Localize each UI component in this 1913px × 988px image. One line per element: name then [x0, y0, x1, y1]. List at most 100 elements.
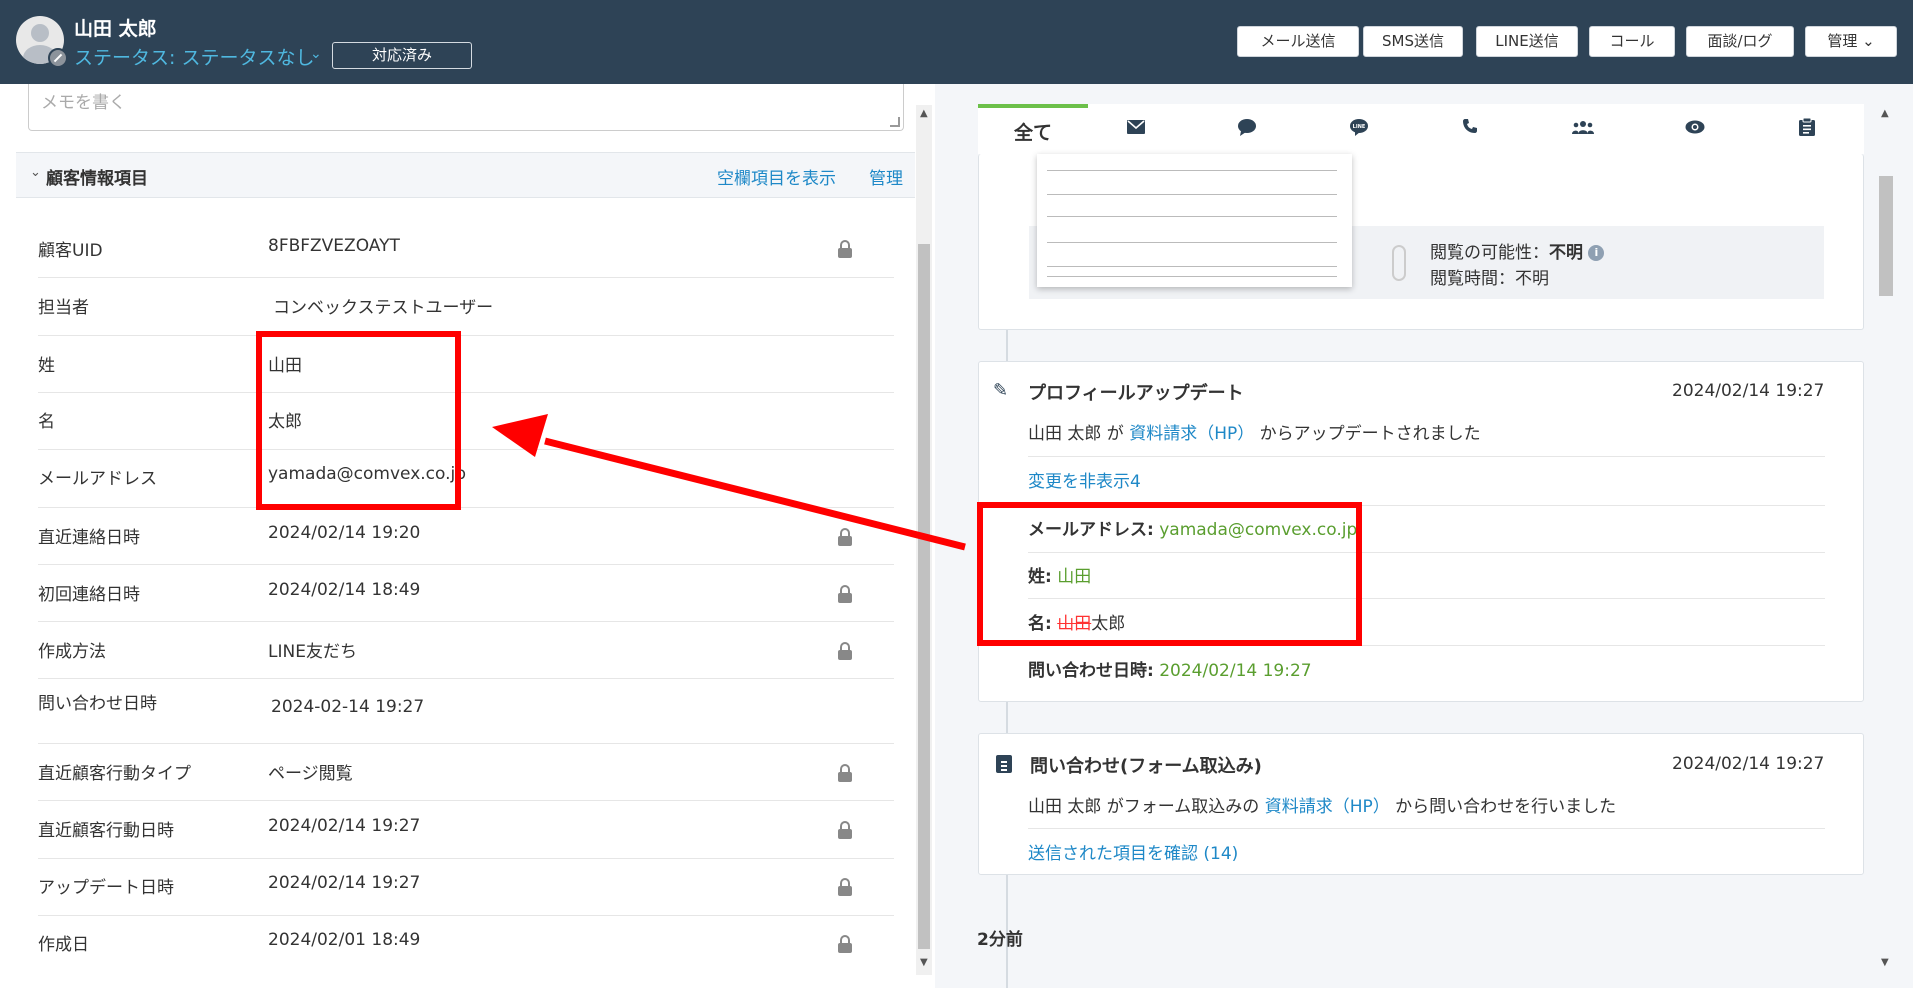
field-value[interactable]: yamada@comvex.co.jp	[268, 464, 466, 484]
right-scrollbar-thumb[interactable]	[1879, 176, 1893, 296]
tab-chat-icon[interactable]	[1237, 118, 1257, 141]
field-value[interactable]: 2024/02/14 18:49	[268, 580, 420, 600]
handled-button[interactable]: 対応済み	[332, 42, 472, 69]
send-sms-button[interactable]: SMS送信	[1363, 26, 1463, 57]
tab-all-label: 全て	[1013, 122, 1052, 144]
divider	[1028, 505, 1825, 506]
time-ago-label: 2分前	[977, 930, 1023, 950]
profile-card-date: 2024/02/14 19:27	[1672, 381, 1825, 401]
field-value[interactable]: 2024/02/01 18:49	[268, 930, 420, 950]
field-value[interactable]: 2024/02/14 19:27	[268, 873, 420, 893]
profile-card-title: プロフィールアップデート	[1028, 383, 1244, 404]
field-row-assignee: 担当者 コンベックステストユーザー	[38, 278, 894, 336]
section-title[interactable]: 顧客情報項目	[46, 164, 148, 189]
change-inquiry-datetime: 問い合わせ日時: 2024/02/14 19:27	[1028, 661, 1312, 681]
tab-view-icon[interactable]	[1685, 118, 1705, 139]
resize-handle-icon[interactable]	[890, 117, 900, 127]
field-label: 問い合わせ日時	[38, 694, 157, 714]
call-button[interactable]: コール	[1589, 26, 1675, 57]
field-value[interactable]: 山田	[268, 351, 302, 376]
change-email: メールアドレス: yamada@comvex.co.jp	[1028, 520, 1358, 540]
tab-phone-icon[interactable]	[1462, 118, 1478, 139]
field-value[interactable]: コンベックステストユーザー	[273, 293, 493, 318]
field-row-customer-uid: 顧客UID 8FBFZVEZOAYT	[38, 220, 894, 278]
scroll-up-arrow-icon[interactable]: ▲	[920, 108, 928, 119]
field-row-created-date: 作成日 2024/02/01 18:49	[38, 916, 894, 973]
lock-icon	[837, 878, 853, 896]
tab-line-icon[interactable]: LINE	[1349, 118, 1369, 141]
hide-changes-link[interactable]: 変更を非表示4	[1028, 467, 1141, 492]
field-row-inquiry-datetime: 問い合わせ日時 2024-02-14 19:27	[38, 679, 894, 744]
field-value[interactable]: 2024/02/14 19:20	[268, 523, 420, 543]
field-row-first-name: 名 太郎	[38, 393, 894, 450]
field-value[interactable]: 太郎	[268, 407, 302, 432]
clipboard-icon	[996, 755, 1012, 773]
meeting-log-button[interactable]: 面談/ログ	[1686, 26, 1794, 57]
change-last-name: 姓: 山田	[1028, 567, 1092, 587]
manage-menu-button[interactable]: 管理 ⌄	[1805, 26, 1897, 57]
field-label: 作成日	[38, 935, 89, 955]
field-label: 名	[38, 412, 55, 432]
app-header: 山田 太郎 ステータス: ステータスなし ⌄ 対応済み メール送信 SMS送信 …	[0, 0, 1913, 84]
profile-card-description: 山田 太郎 が 資料請求（HP） からアップデートされました	[1028, 424, 1481, 444]
lock-icon	[837, 821, 853, 839]
manage-fields-link[interactable]: 管理	[869, 164, 903, 189]
send-line-button[interactable]: LINE送信	[1476, 26, 1578, 57]
thermometer-icon	[1392, 245, 1406, 281]
tab-form-icon[interactable]	[1799, 117, 1815, 141]
change-first-name: 名: 山田太郎	[1028, 614, 1126, 634]
lock-icon	[837, 935, 853, 953]
lock-icon	[837, 764, 853, 782]
field-value[interactable]: LINE友だち	[268, 637, 357, 662]
chevron-down-icon[interactable]: ⌄	[310, 46, 322, 62]
lock-icon	[837, 240, 853, 258]
document-thumbnail[interactable]	[1037, 154, 1352, 287]
source-link[interactable]: 資料請求（HP）	[1265, 797, 1390, 817]
field-label: 直近顧客行動日時	[38, 821, 174, 841]
chevron-down-icon[interactable]: ⌄	[30, 165, 41, 180]
info-icon[interactable]: i	[1588, 245, 1605, 261]
field-row-email: メールアドレス yamada@comvex.co.jp	[38, 450, 894, 508]
status-dropdown[interactable]: ステータス: ステータスなし	[74, 43, 314, 70]
tab-meeting-icon[interactable]	[1572, 118, 1594, 139]
ban-icon	[48, 48, 68, 68]
send-email-button[interactable]: メール送信	[1237, 26, 1359, 57]
user-name: 山田 太郎	[74, 18, 157, 40]
view-submitted-fields-link[interactable]: 送信された項目を確認 (14)	[1028, 839, 1238, 864]
customer-info-panel: メモを書く ⌄ 顧客情報項目 空欄項目を表示 管理 顧客UID 8FBFZVEZ…	[0, 84, 935, 988]
inquiry-card-title: 問い合わせ(フォーム取込み)	[1030, 756, 1262, 777]
customer-section-header: ⌄ 顧客情報項目 空欄項目を表示 管理	[16, 152, 915, 198]
field-label: 担当者	[38, 298, 89, 318]
field-value[interactable]: ページ閲覧	[268, 759, 353, 784]
lock-icon	[837, 642, 853, 660]
field-row-last-name: 姓 山田	[38, 336, 894, 393]
field-label: メールアドレス	[38, 469, 157, 489]
left-scrollbar-thumb[interactable]	[918, 244, 930, 949]
field-value[interactable]: 2024-02-14 19:27	[271, 697, 424, 717]
field-label: 初回連絡日時	[38, 585, 140, 605]
divider	[1028, 598, 1825, 599]
field-row-first-contact: 初回連絡日時 2024/02/14 18:49	[38, 565, 894, 622]
tab-email-icon[interactable]	[1127, 118, 1145, 139]
memo-placeholder: メモを書く	[41, 93, 126, 113]
tab-all[interactable]: 全て	[978, 104, 1088, 154]
svg-text:LINE: LINE	[1353, 124, 1366, 130]
scroll-down-arrow-icon[interactable]: ▼	[1881, 957, 1889, 968]
field-label: 作成方法	[38, 642, 106, 662]
source-link[interactable]: 資料請求（HP）	[1129, 424, 1254, 444]
scroll-down-arrow-icon[interactable]: ▼	[920, 957, 928, 968]
field-label: 直近顧客行動タイプ	[38, 764, 191, 784]
field-label: 姓	[38, 356, 55, 376]
field-value[interactable]: 2024/02/14 19:27	[268, 816, 420, 836]
field-label: 顧客UID	[38, 241, 103, 261]
field-row-last-contact: 直近連絡日時 2024/02/14 19:20	[38, 508, 894, 565]
activity-tabs: 全て LINE	[978, 104, 1864, 154]
field-value[interactable]: 8FBFZVEZOAYT	[268, 236, 400, 256]
field-row-update-datetime: アップデート日時 2024/02/14 19:27	[38, 859, 894, 916]
inquiry-card-date: 2024/02/14 19:27	[1672, 754, 1825, 774]
lock-icon	[837, 528, 853, 546]
view-time: 閲覧時間：不明	[1430, 269, 1549, 289]
memo-input[interactable]: メモを書く	[28, 84, 904, 131]
scroll-up-arrow-icon[interactable]: ▲	[1881, 108, 1889, 119]
show-empty-fields-link[interactable]: 空欄項目を表示	[717, 164, 836, 189]
